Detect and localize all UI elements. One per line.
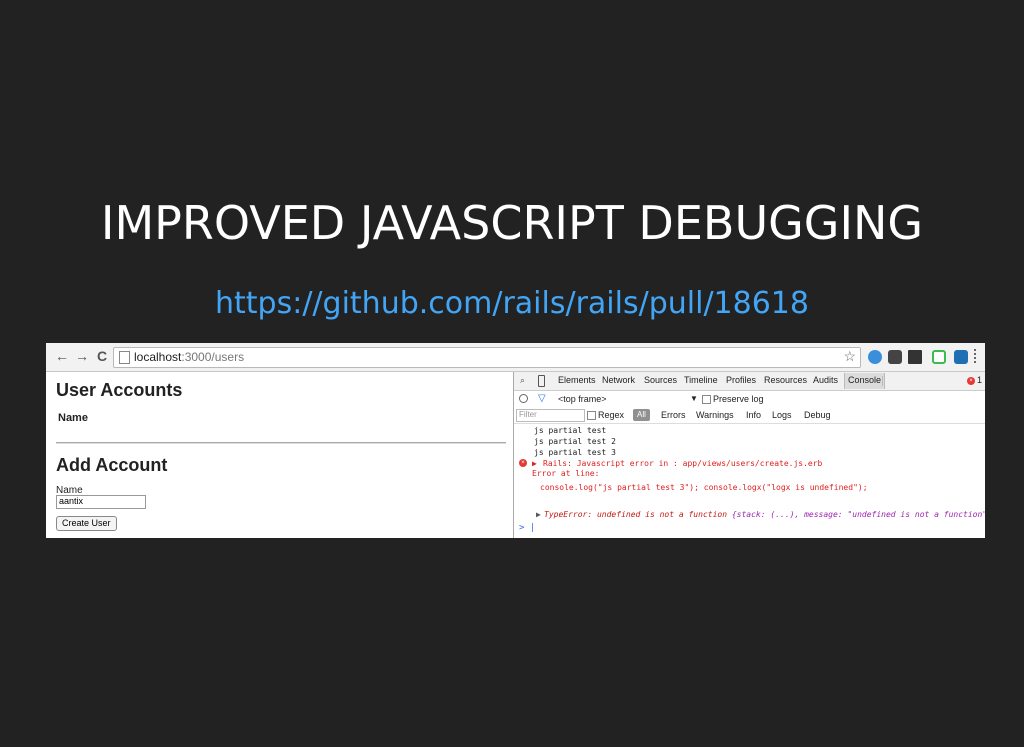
forward-icon[interactable]: → <box>74 348 90 364</box>
preserve-log-checkbox[interactable] <box>702 395 711 404</box>
level-all[interactable]: All <box>633 409 650 421</box>
tab-resources[interactable]: Resources <box>764 375 807 385</box>
tab-network[interactable]: Network <box>602 375 635 385</box>
name-column-header: Name <box>58 412 88 424</box>
frame-selector[interactable]: <top frame> <box>558 394 607 404</box>
console-toolbar: ▽ <top frame> ▼ Preserve log <box>514 391 985 408</box>
page-content: User Accounts Name Add Account Name aant… <box>46 372 512 538</box>
filter-bar: Filter Regex All Errors Warnings Info Lo… <box>514 407 985 424</box>
console-output: js partial test js partial test 2 js par… <box>514 424 985 538</box>
film-icon[interactable] <box>908 350 922 364</box>
create-user-button[interactable]: Create User <box>56 516 117 531</box>
browser-toolbar: ← → C localhost:3000/users ☆ <box>46 343 985 372</box>
divider <box>56 442 506 444</box>
console-log-line: js partial test <box>534 426 607 435</box>
type-error: TypeError: undefined is not a function {… <box>544 510 985 519</box>
shield-icon[interactable] <box>932 350 946 364</box>
console-log-line: js partial test 2 <box>534 437 616 446</box>
tab-audits[interactable]: Audits <box>813 375 838 385</box>
rails-error-title: Rails: Javascript error in : app/views/u… <box>543 459 823 468</box>
filter-input[interactable]: Filter <box>516 409 585 422</box>
tab-sources[interactable]: Sources <box>644 375 677 385</box>
star-icon[interactable]: ☆ <box>843 348 856 365</box>
add-account-heading: Add Account <box>56 455 168 475</box>
page-icon <box>119 351 130 364</box>
error-icon: × <box>519 459 527 467</box>
user-accounts-heading: User Accounts <box>56 380 183 400</box>
level-logs[interactable]: Logs <box>772 410 792 420</box>
reload-icon[interactable]: C <box>94 348 110 364</box>
error-at-line: Error at line: <box>532 469 600 478</box>
error-count: 1 <box>977 375 983 385</box>
pocket-icon[interactable] <box>888 350 902 364</box>
tab-separator <box>882 376 883 386</box>
expand-arrow-icon[interactable]: ▶ <box>536 510 541 519</box>
regex-label: Regex <box>598 410 625 420</box>
extension-icon[interactable] <box>868 350 882 364</box>
filter-icon[interactable]: ▽ <box>538 393 546 404</box>
browser-screenshot: ← → C localhost:3000/users ☆ User Accoun… <box>46 343 985 538</box>
console-log-line: js partial test 3 <box>534 448 616 457</box>
inspect-icon[interactable]: ⌕ <box>520 375 525 386</box>
address-bar[interactable]: localhost:3000/users ☆ <box>113 347 861 368</box>
pull-request-link[interactable]: https://github.com/rails/rails/pull/1861… <box>0 286 1024 321</box>
console-prompt[interactable]: > | <box>519 523 535 533</box>
level-debug[interactable]: Debug <box>804 410 831 420</box>
devtools-tabs: ⌕ Elements Network Sources Timeline Prof… <box>514 372 985 391</box>
level-errors[interactable]: Errors <box>661 410 686 420</box>
tab-console[interactable]: Console <box>844 373 886 389</box>
tab-elements[interactable]: Elements <box>558 375 596 385</box>
name-input[interactable]: aantix <box>56 495 146 509</box>
extension-icon-2[interactable] <box>954 350 968 364</box>
error-count-icon[interactable]: × <box>967 377 975 385</box>
devtools-panel: ⌕ Elements Network Sources Timeline Prof… <box>513 372 985 538</box>
clear-console-icon[interactable] <box>519 394 528 403</box>
device-icon[interactable] <box>538 375 545 387</box>
back-icon[interactable]: ← <box>54 348 70 364</box>
error-code: console.log("js partial test 3"); consol… <box>540 483 868 492</box>
expand-arrow-icon[interactable]: ▶ <box>532 459 537 468</box>
url-text: localhost:3000/users <box>134 350 245 364</box>
frame-dropdown-icon[interactable]: ▼ <box>690 394 698 403</box>
menu-icon[interactable] <box>974 349 979 363</box>
regex-checkbox[interactable] <box>587 411 596 420</box>
preserve-log-label: Preserve log <box>713 394 764 404</box>
level-warnings[interactable]: Warnings <box>696 410 734 420</box>
tab-timeline[interactable]: Timeline <box>684 375 718 385</box>
level-info[interactable]: Info <box>746 410 761 420</box>
tab-profiles[interactable]: Profiles <box>726 375 756 385</box>
slide-title: IMPROVED JAVASCRIPT DEBUGGING <box>100 196 924 250</box>
